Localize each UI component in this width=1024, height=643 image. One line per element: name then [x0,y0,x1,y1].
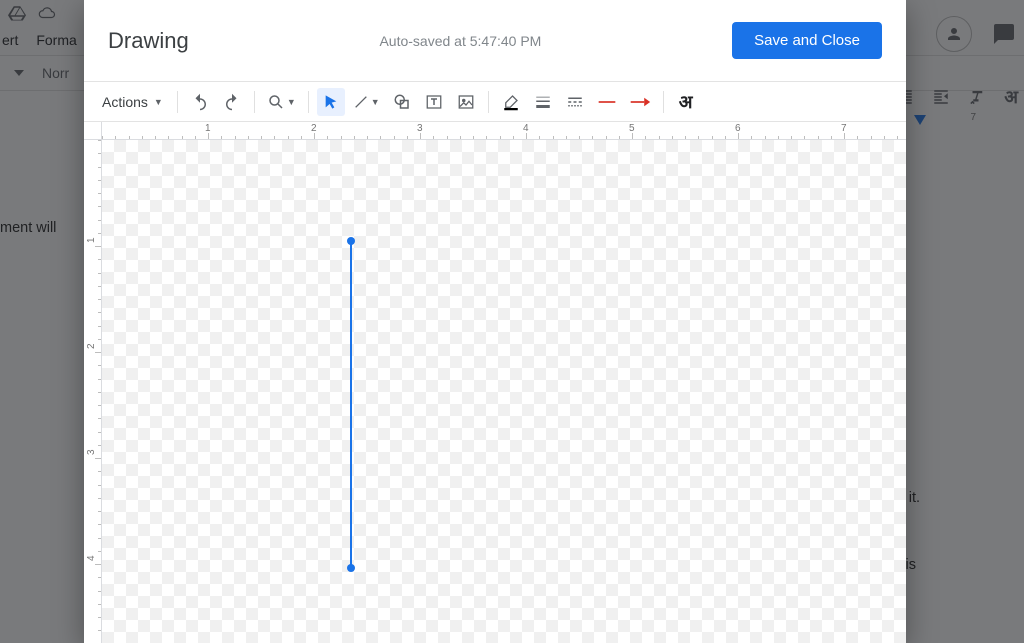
chevron-down-icon: ▼ [371,97,380,107]
translate-glyph: अ [679,90,693,114]
shape-tool[interactable] [388,88,416,116]
line-end-button[interactable] [625,88,655,116]
chevron-down-icon: ▼ [287,97,296,107]
ruler-h-number: 7 [841,123,847,134]
ruler-h-number: 2 [311,123,317,134]
line-tool[interactable]: ▼ [349,88,384,116]
line-weight-button[interactable] [529,88,557,116]
drawing-title: Drawing [108,28,189,54]
undo-button[interactable] [186,88,214,116]
line-start-button[interactable] [593,88,621,116]
toolbar-separator [254,91,255,113]
drawing-header: Drawing Auto-saved at 5:47:40 PM Save an… [84,0,906,82]
line-handle-top[interactable] [347,237,355,245]
chevron-down-icon: ▼ [154,97,163,107]
ruler-v-number: 4 [86,555,97,561]
ruler-horizontal[interactable]: 1 2 3 4 5 6 7 [102,122,906,140]
actions-label: Actions [102,94,148,110]
toolbar-separator [488,91,489,113]
ruler-v-number: 1 [86,237,97,243]
drawn-line-shape[interactable] [350,241,352,568]
select-tool[interactable] [317,88,345,116]
ruler-corner [84,122,102,140]
line-dash-button[interactable] [561,88,589,116]
line-color-button[interactable] [497,88,525,116]
drawing-modal: Drawing Auto-saved at 5:47:40 PM Save an… [84,0,906,643]
line-handle-bottom[interactable] [347,564,355,572]
autosave-status: Auto-saved at 5:47:40 PM [189,33,732,49]
toolbar-separator [308,91,309,113]
translate-button[interactable]: अ [672,88,700,116]
zoom-button[interactable]: ▼ [263,88,300,116]
redo-button[interactable] [218,88,246,116]
ruler-h-number: 1 [205,123,211,134]
drawing-canvas[interactable] [102,140,906,643]
ruler-h-number: 6 [735,123,741,134]
toolbar-separator [177,91,178,113]
toolbar-separator [663,91,664,113]
textbox-tool[interactable] [420,88,448,116]
drawing-toolbar: Actions ▼ ▼ ▼ [84,82,906,122]
ruler-h-number: 5 [629,123,635,134]
ruler-h-number: 3 [417,123,423,134]
drawing-canvas-area: 1 2 3 4 5 6 7 1 2 3 4 [84,122,906,643]
ruler-h-number: 4 [523,123,529,134]
save-close-button[interactable]: Save and Close [732,22,882,59]
ruler-vertical[interactable]: 1 2 3 4 [84,140,102,643]
actions-menu[interactable]: Actions ▼ [96,94,169,110]
ruler-v-number: 2 [86,343,97,349]
ruler-v-number: 3 [86,449,97,455]
image-tool[interactable] [452,88,480,116]
